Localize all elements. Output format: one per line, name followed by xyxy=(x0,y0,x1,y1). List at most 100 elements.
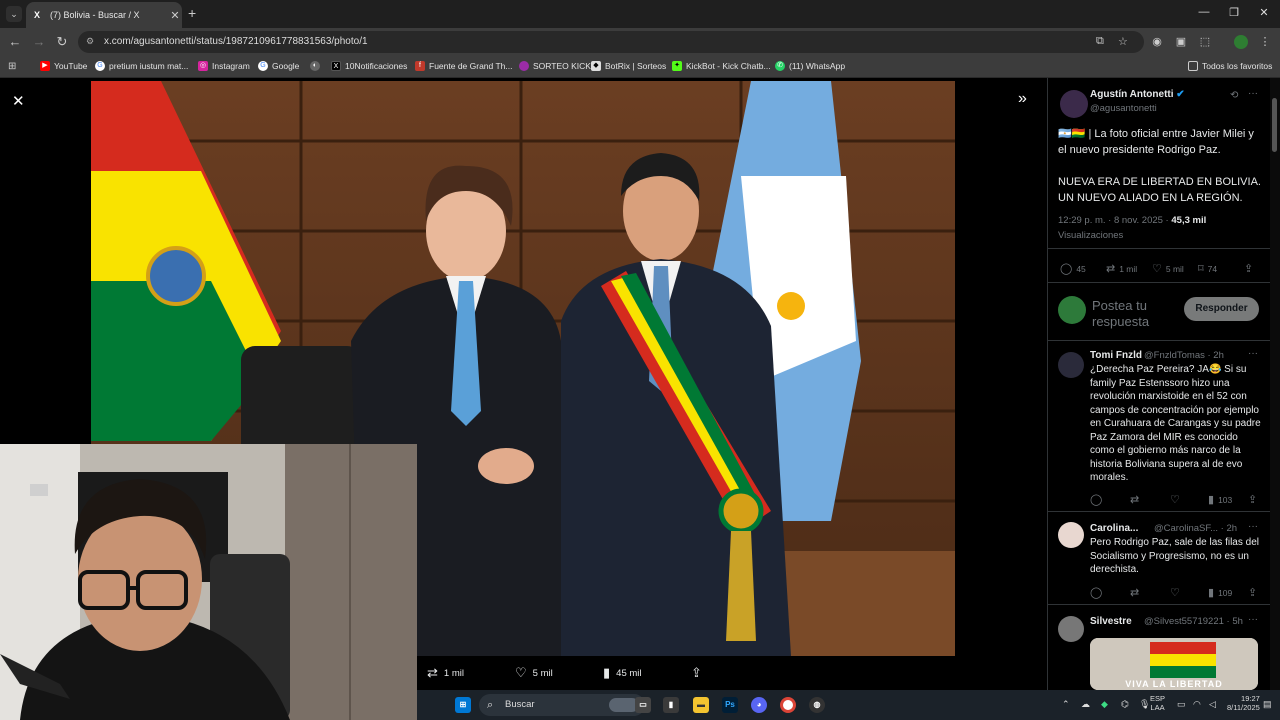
tray-expand-icon[interactable]: ⌃ xyxy=(1062,699,1070,710)
scrollbar-thumb[interactable] xyxy=(1272,98,1277,152)
author-handle[interactable]: @agusantonetti xyxy=(1090,103,1157,114)
reply-retweet-button[interactable]: ⇄ xyxy=(1130,586,1143,599)
bookmark-fuente[interactable]: f Fuente de Grand Th... xyxy=(415,61,512,71)
bookmark-instagram[interactable]: ◎ Instagram xyxy=(198,61,250,71)
bookmark-google[interactable]: G Google xyxy=(258,61,299,71)
file-explorer-icon[interactable]: ▬ xyxy=(693,697,709,713)
post-sidebar: Agustín Antonetti ✔ @agusantonetti ⟲ ···… xyxy=(1047,78,1271,690)
like-button[interactable]: ♡ 5 mil xyxy=(1152,262,1184,275)
new-tab-button[interactable]: + xyxy=(188,5,196,21)
close-window-button[interactable]: ✕ xyxy=(1254,6,1274,19)
reply-input[interactable]: Postea tu respuesta xyxy=(1092,298,1176,330)
extension-icon[interactable]: ◉ xyxy=(1150,35,1164,48)
bookmark-youtube[interactable]: ▶ YouTube xyxy=(40,61,87,71)
folder-icon xyxy=(1188,61,1198,71)
bookmark-star-icon[interactable]: ☆ xyxy=(1118,35,1128,48)
reply-image[interactable]: VIVA LA LIBERTAD xyxy=(1090,638,1258,690)
wifi-icon[interactable]: ◠ xyxy=(1193,699,1201,710)
menu-kebab-icon[interactable]: ⋮ xyxy=(1258,35,1272,48)
collapse-sidebar-icon[interactable]: » xyxy=(1018,90,1027,108)
retweet-button[interactable]: ⇄ 1 mil xyxy=(1106,262,1137,275)
obs-icon[interactable]: ◍ xyxy=(809,697,825,713)
reply-share-button[interactable]: ⇪ xyxy=(1248,493,1261,506)
more-options-icon[interactable]: ··· xyxy=(1248,521,1258,532)
reply-like-button[interactable]: ♡ xyxy=(1170,586,1184,599)
more-options-icon[interactable]: ··· xyxy=(1248,614,1258,625)
reply-name[interactable]: Carolina... xyxy=(1090,523,1138,534)
discord-icon[interactable]: ◕ xyxy=(751,697,767,713)
views-button[interactable]: ▮ 45 mil xyxy=(603,665,642,681)
network-icon[interactable]: ⌬ xyxy=(1121,699,1129,710)
reply-avatar[interactable] xyxy=(1058,352,1084,378)
extensions-puzzle-icon[interactable]: ⬚ xyxy=(1198,35,1212,48)
like-button[interactable]: ♡ 5 mil xyxy=(515,665,553,681)
clock[interactable]: 19:27 8/11/2025 xyxy=(1227,694,1260,712)
x-icon: X xyxy=(331,61,341,71)
windows-start-icon[interactable]: ⊞ xyxy=(455,697,471,713)
reply-views[interactable]: ▮ 109 xyxy=(1208,586,1232,599)
profile-avatar[interactable] xyxy=(1234,35,1248,49)
bookmark-whatsapp[interactable]: ✆ (11) WhatsApp xyxy=(775,61,845,71)
microphone-icon[interactable]: 🎙 xyxy=(1139,699,1150,710)
site-info-icon[interactable]: ⚙ xyxy=(86,36,94,47)
apps-grid-icon[interactable]: ⊞ xyxy=(8,61,16,72)
more-options-icon[interactable]: ··· xyxy=(1248,88,1258,99)
all-bookmarks-folder[interactable]: Todos los favoritos xyxy=(1188,61,1272,71)
reply-reply-button[interactable]: ◯ xyxy=(1090,586,1106,599)
reply-name[interactable]: Tomi Fnzld xyxy=(1090,350,1142,361)
photoshop-icon[interactable]: Ps xyxy=(722,697,738,713)
reply-handle[interactable]: @Silvest55719221 · 5h xyxy=(1144,616,1243,627)
reply-handle[interactable]: @FnzldTomas · 2h xyxy=(1144,350,1224,361)
security-icon[interactable]: ◆ xyxy=(1101,699,1108,710)
author-avatar[interactable] xyxy=(1060,90,1088,118)
bookmark-pretium[interactable]: Gpretium iustum mat... xyxy=(95,61,188,71)
address-bar[interactable]: ⚙ x.com/agusantonetti/status/19872109617… xyxy=(78,31,1144,53)
reply-views[interactable]: ▮ 103 xyxy=(1208,493,1232,506)
share-button[interactable]: ⇪ xyxy=(691,665,708,681)
taskbar-search[interactable]: ⌕ Buscar xyxy=(479,694,645,716)
scrollbar[interactable] xyxy=(1270,78,1280,690)
notifications-icon[interactable]: ▤ xyxy=(1263,699,1272,710)
task-view-icon[interactable]: ▭ xyxy=(635,697,651,713)
minimize-button[interactable]: — xyxy=(1194,6,1214,18)
tab-close-icon[interactable]: ✕ xyxy=(168,9,182,22)
tab-search-button[interactable]: ⌄ xyxy=(6,6,22,22)
reply-avatar[interactable] xyxy=(1058,522,1084,548)
volume-icon[interactable]: ◁ xyxy=(1209,699,1216,710)
bookmark-globe[interactable]: ◐ xyxy=(310,61,324,71)
reply-avatar[interactable] xyxy=(1058,616,1084,642)
share-icon: ⇪ xyxy=(691,665,702,680)
bookmark-10notificaciones[interactable]: X 10Notificaciones xyxy=(331,61,407,71)
back-button[interactable]: ← xyxy=(6,34,24,49)
reply-name[interactable]: Silvestre xyxy=(1090,616,1132,627)
reply-retweet-button[interactable]: ⇄ xyxy=(1130,493,1143,506)
widget-icon[interactable]: ▮ xyxy=(663,697,679,713)
display-icon[interactable]: ▭ xyxy=(1177,699,1186,710)
more-options-icon[interactable]: ··· xyxy=(1248,348,1258,359)
tab-active[interactable]: X (7) Bolivia - Buscar / X ✕ xyxy=(26,2,182,28)
reply-share-button[interactable]: ⇪ xyxy=(1248,586,1261,599)
bookmark-kickbot[interactable]: ✦ KickBot - Kick Chatb... xyxy=(672,61,771,71)
close-viewer-icon[interactable]: ✕ xyxy=(12,92,25,110)
reload-button[interactable]: ↻ xyxy=(53,34,71,50)
divider xyxy=(1048,282,1271,283)
bookmark-button[interactable]: ⌑ 74 xyxy=(1198,262,1217,275)
share-button[interactable]: ⇪ xyxy=(1244,262,1257,275)
grok-icon[interactable]: ⟲ xyxy=(1230,90,1238,101)
bookmark-botrix[interactable]: ◆ BotRix | Sorteos xyxy=(591,61,666,71)
restore-button[interactable]: ❐ xyxy=(1224,6,1244,19)
onedrive-icon[interactable]: ☁ xyxy=(1081,699,1090,710)
forward-button[interactable]: → xyxy=(30,34,48,49)
language-indicator[interactable]: ESP LAA xyxy=(1150,694,1165,712)
reply-handle[interactable]: @CarolinaSF... · 2h xyxy=(1154,523,1237,534)
author-name[interactable]: Agustín Antonetti ✔ xyxy=(1090,89,1185,100)
reply-button[interactable]: Responder xyxy=(1184,297,1259,321)
bookmark-sorteo-kick[interactable]: SORTEO KICK xyxy=(519,61,591,71)
install-app-icon[interactable]: ⧉ xyxy=(1096,35,1104,48)
extension-icon-2[interactable]: ▣ xyxy=(1174,35,1188,48)
chrome-icon[interactable] xyxy=(780,697,796,713)
reply-like-button[interactable]: ♡ xyxy=(1170,493,1184,506)
reply-reply-button[interactable]: ◯ xyxy=(1090,493,1106,506)
retweet-button[interactable]: ⇄ 1 mil xyxy=(427,665,464,681)
replies-button[interactable]: ◯ 45 xyxy=(1060,262,1086,275)
